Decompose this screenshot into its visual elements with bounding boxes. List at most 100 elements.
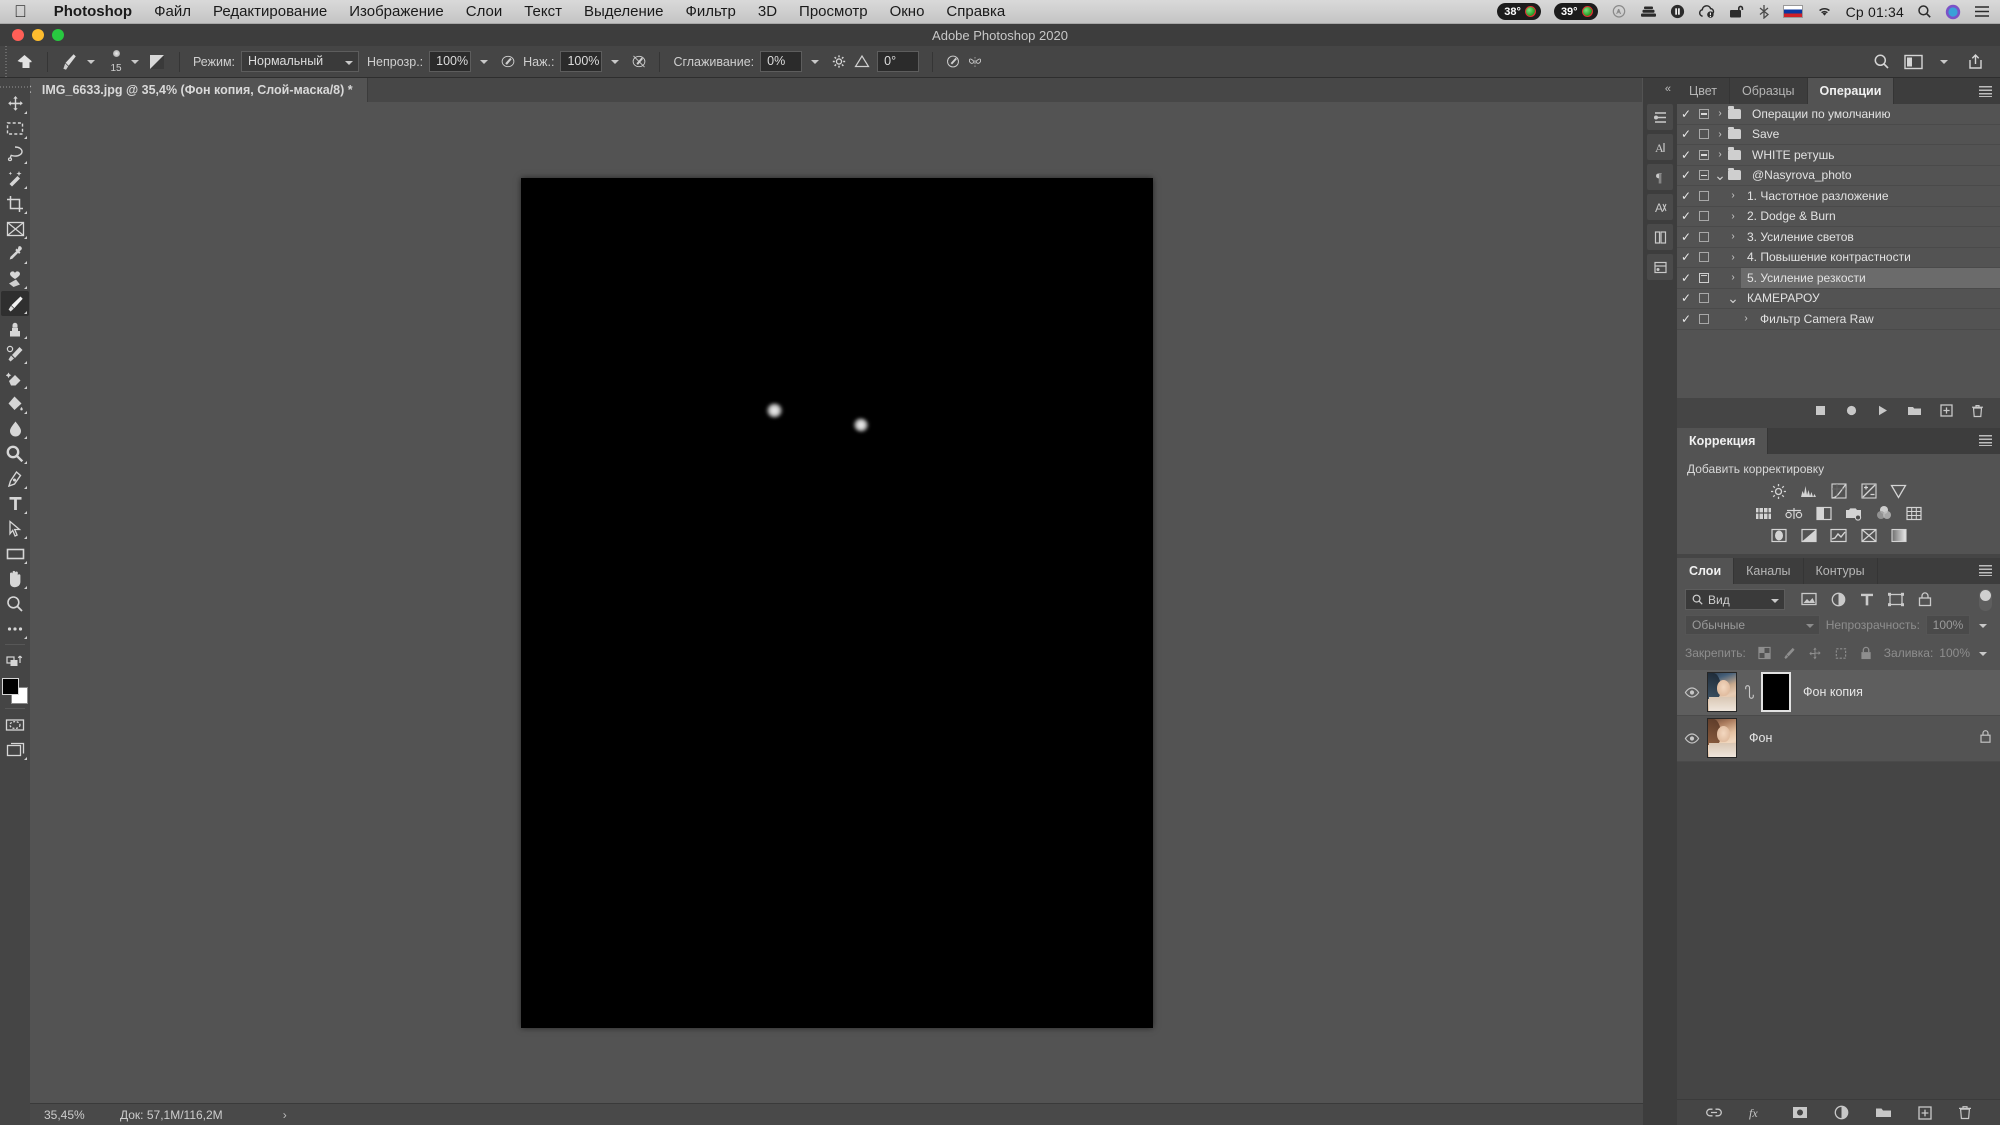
lock-artboard-icon[interactable] xyxy=(1834,646,1848,661)
workspace-chevron-icon[interactable] xyxy=(1937,51,1953,72)
menu-item-select[interactable]: Выделение xyxy=(573,3,674,20)
filter-pixel-icon[interactable] xyxy=(1801,592,1817,606)
action-row[interactable]: ✓ › 5. Усиление резкости xyxy=(1677,267,2000,289)
brush-angle-input[interactable]: 0° xyxy=(877,51,920,72)
menu-item-help[interactable]: Справка xyxy=(935,3,1016,20)
action-row[interactable]: ✓ › Save xyxy=(1677,125,2000,145)
menu-item-view[interactable]: Просмотр xyxy=(788,3,879,20)
quick-mask-button[interactable] xyxy=(1,712,29,737)
threshold-icon[interactable] xyxy=(1829,527,1848,544)
filter-type-icon[interactable] xyxy=(1860,592,1874,607)
chevron-down-icon[interactable] xyxy=(84,51,100,72)
search-icon[interactable] xyxy=(1873,53,1890,70)
opacity-chevron-icon[interactable] xyxy=(1976,615,1992,636)
russian-flag-icon[interactable] xyxy=(1782,5,1803,18)
hand-tool[interactable] xyxy=(1,566,29,591)
type-tool[interactable] xyxy=(1,491,29,516)
tab-color[interactable]: Цвет xyxy=(1677,78,1731,104)
action-enabled-checkmark[interactable]: ✓ xyxy=(1677,230,1695,244)
marquee-tool[interactable] xyxy=(1,116,29,141)
action-enabled-checkmark[interactable]: ✓ xyxy=(1677,250,1695,264)
action-row[interactable]: ✓ › 4. Повышение контрастности xyxy=(1677,248,2000,268)
action-enabled-checkmark[interactable]: ✓ xyxy=(1677,148,1695,162)
airbrush-toggle[interactable] xyxy=(628,51,650,72)
eraser-tool[interactable] xyxy=(1,366,29,391)
fill-chevron-icon[interactable] xyxy=(1976,643,1992,664)
gradient-tool[interactable] xyxy=(1,391,29,416)
image-canvas[interactable] xyxy=(520,177,1153,1028)
flow-input[interactable]: 100% xyxy=(560,51,603,72)
action-dialog-toggle[interactable] xyxy=(1695,231,1712,242)
layer-row[interactable]: Фон xyxy=(1677,716,2000,762)
action-dialog-toggle[interactable] xyxy=(1695,293,1712,304)
vibrance-icon[interactable] xyxy=(1889,483,1908,500)
brush-preset-picker[interactable] xyxy=(57,51,104,72)
layers-list[interactable]: Фон копия Фон xyxy=(1677,669,2000,762)
tab-actions[interactable]: Операции xyxy=(1807,78,1895,104)
exposure-icon[interactable] xyxy=(1859,483,1878,500)
action-row[interactable]: ✓ › WHITE ретушь xyxy=(1677,145,2000,166)
chevron-down-icon[interactable]: ⌄ xyxy=(1725,291,1741,305)
color-balance-icon[interactable] xyxy=(1784,505,1803,522)
action-enabled-checkmark[interactable]: ✓ xyxy=(1677,189,1695,203)
paragraph-panel-icon[interactable]: ¶ xyxy=(1647,164,1673,190)
layer-name[interactable]: Фон xyxy=(1737,731,1772,745)
clone-stamp-tool[interactable] xyxy=(1,316,29,341)
cloud-sync-icon[interactable] xyxy=(1698,4,1716,19)
pen-tool[interactable] xyxy=(1,466,29,491)
blur-tool[interactable] xyxy=(1,416,29,441)
action-row[interactable]: ✓ › 3. Усиление светов xyxy=(1677,227,2000,248)
tab-swatches[interactable]: Образцы xyxy=(1730,78,1808,104)
menu-bar-clock[interactable]: Ср 01:34 xyxy=(1846,4,1904,20)
lock-image-icon[interactable] xyxy=(1783,646,1796,660)
temperature-badge-1[interactable]: 38° xyxy=(1497,3,1541,20)
hue-saturation-icon[interactable] xyxy=(1754,505,1773,522)
stop-icon[interactable] xyxy=(1814,404,1827,417)
frame-tool[interactable] xyxy=(1,216,29,241)
posterize-icon[interactable] xyxy=(1799,527,1818,544)
menu-item-window[interactable]: Окно xyxy=(879,3,936,20)
opacity-input[interactable]: 100% xyxy=(429,51,472,72)
layer-opacity-input[interactable]: 100% xyxy=(1926,615,1970,635)
curves-icon[interactable] xyxy=(1829,483,1848,500)
layer-visibility-eye-icon[interactable] xyxy=(1677,686,1707,698)
levels-icon[interactable] xyxy=(1799,483,1818,500)
invert-icon[interactable] xyxy=(1769,527,1788,544)
chevron-right-icon[interactable]: › xyxy=(1725,252,1741,263)
channel-mixer-icon[interactable] xyxy=(1874,505,1893,522)
action-row[interactable]: ✓ › 1. Частотное разложение xyxy=(1677,186,2000,207)
layer-thumbnail[interactable] xyxy=(1707,718,1737,758)
chevron-right-icon[interactable]: › xyxy=(1725,211,1741,222)
zoom-tool[interactable] xyxy=(1,591,29,616)
panel-menu-icon[interactable] xyxy=(1971,78,2000,104)
dodge-tool[interactable] xyxy=(1,441,29,466)
action-dialog-toggle[interactable] xyxy=(1695,211,1712,222)
bluetooth-icon[interactable] xyxy=(1758,4,1770,19)
tab-paths[interactable]: Контуры xyxy=(1803,557,1878,584)
smoothing-options-button[interactable] xyxy=(828,51,850,72)
lock-all-icon[interactable] xyxy=(1860,646,1872,661)
play-icon[interactable] xyxy=(1876,404,1889,417)
add-mask-icon[interactable] xyxy=(1792,1106,1808,1119)
photo-filter-icon[interactable] xyxy=(1844,505,1863,522)
default-colors-button[interactable] xyxy=(1,648,29,673)
action-row[interactable]: ✓ › Операции по умолчанию xyxy=(1677,104,2000,125)
properties-panel-icon[interactable] xyxy=(1647,254,1673,280)
brush-preset-chevron-icon[interactable] xyxy=(128,51,144,72)
apple-logo-icon[interactable]:  xyxy=(14,3,27,20)
lasso-tool[interactable] xyxy=(1,141,29,166)
character-panel-icon[interactable]: A xyxy=(1647,134,1673,160)
delete-icon[interactable] xyxy=(1971,404,1984,418)
action-dialog-toggle[interactable] xyxy=(1695,149,1712,160)
collapse-panels-icon[interactable]: « xyxy=(1665,83,1671,95)
smoothing-chevron-icon[interactable] xyxy=(808,51,824,72)
fx-icon[interactable]: fx xyxy=(1748,1105,1766,1120)
action-enabled-checkmark[interactable]: ✓ xyxy=(1677,291,1695,305)
action-dialog-toggle[interactable] xyxy=(1695,129,1712,140)
rectangle-tool[interactable] xyxy=(1,541,29,566)
chevron-right-icon[interactable]: › xyxy=(1725,231,1741,242)
tab-layers[interactable]: Слои xyxy=(1677,557,1735,584)
action-enabled-checkmark[interactable]: ✓ xyxy=(1677,209,1695,223)
action-enabled-checkmark[interactable]: ✓ xyxy=(1677,312,1695,326)
filter-adjustment-icon[interactable] xyxy=(1831,592,1846,607)
